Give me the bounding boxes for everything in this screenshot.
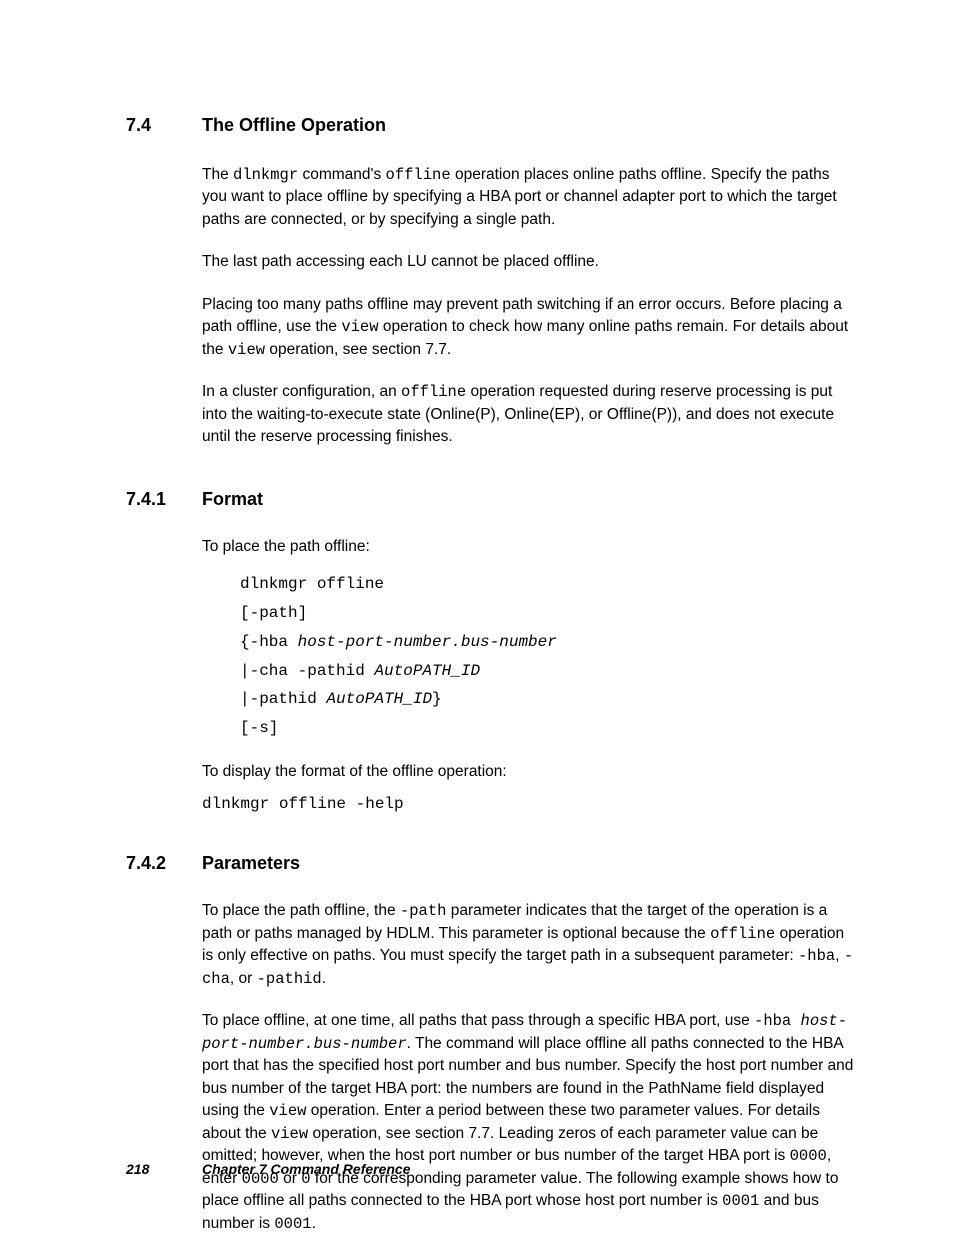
code-inline: dlnkmgr <box>233 166 298 184</box>
chapter-label: Chapter 7 Command Reference <box>202 1161 411 1177</box>
code-line: |-pathid AutoPATH_ID} <box>240 685 854 714</box>
paragraph: The dlnkmgr command's offline operation … <box>202 164 854 231</box>
code-inline: view <box>341 318 378 336</box>
code-line: [-path] <box>240 599 854 628</box>
paragraph: The last path accessing each LU cannot b… <box>202 251 854 273</box>
code-inline: -hba <box>798 947 835 965</box>
code-inline: 0000 <box>790 1147 827 1165</box>
section-number: 7.4.1 <box>126 489 202 510</box>
section-7-4-2-heading: 7.4.2 Parameters <box>126 853 854 874</box>
code-inline: -hba <box>754 1012 801 1030</box>
code-block-offline-format: dlnkmgr offline [-path] {-hba host-port-… <box>240 570 854 743</box>
section-title: Format <box>202 489 263 510</box>
section-7-4-2-body: To place the path offline, the -path par… <box>202 900 854 1235</box>
code-inline: offline <box>401 383 466 401</box>
paragraph: To place the path offline: <box>202 536 854 558</box>
code-inline: -pathid <box>257 970 322 988</box>
code-inline: -path <box>400 902 447 920</box>
section-7-4-heading: 7.4 The Offline Operation <box>126 115 854 136</box>
code-inline: view <box>228 341 265 359</box>
page-number: 218 <box>126 1161 202 1177</box>
section-7-4-1-heading: 7.4.1 Format <box>126 489 854 510</box>
code-line: |-cha -pathid AutoPATH_ID <box>240 657 854 686</box>
code-inline: offline <box>710 925 775 943</box>
code-inline: 0001 <box>722 1192 759 1210</box>
format-intro: To place the path offline: <box>202 536 854 558</box>
code-line: [-s] <box>240 714 854 743</box>
paragraph: In a cluster configuration, an offline o… <box>202 381 854 448</box>
code-inline: offline <box>386 166 451 184</box>
document-page: 7.4 The Offline Operation The dlnkmgr co… <box>0 0 954 1235</box>
code-block-offline-help: dlnkmgr offline -help <box>202 795 854 813</box>
code-line: {-hba host-port-number.bus-number <box>240 628 854 657</box>
section-7-4-body: The dlnkmgr command's offline operation … <box>202 164 854 449</box>
paragraph: To place offline, at one time, all paths… <box>202 1010 854 1235</box>
paragraph: To place the path offline, the -path par… <box>202 900 854 990</box>
code-inline: 0001 <box>274 1215 311 1233</box>
page-footer: 218Chapter 7 Command Reference <box>126 1161 411 1177</box>
code-line: dlnkmgr offline <box>240 570 854 599</box>
paragraph: To display the format of the offline ope… <box>202 761 854 783</box>
format-intro-2: To display the format of the offline ope… <box>202 761 854 783</box>
paragraph: Placing too many paths offline may preve… <box>202 294 854 361</box>
section-number: 7.4 <box>126 115 202 136</box>
section-number: 7.4.2 <box>126 853 202 874</box>
code-inline: view <box>269 1102 306 1120</box>
code-inline: view <box>271 1125 308 1143</box>
section-title: Parameters <box>202 853 300 874</box>
section-title: The Offline Operation <box>202 115 386 136</box>
